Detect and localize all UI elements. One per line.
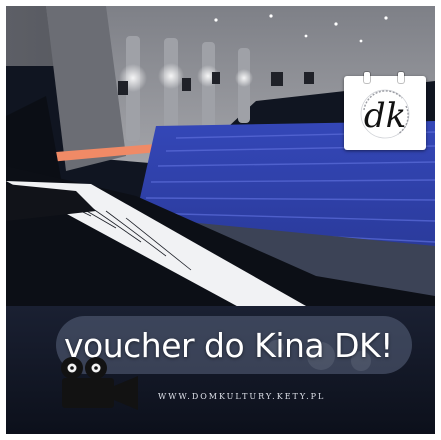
website-url: WWW.DOMKULTURY.KETY.PL bbox=[158, 392, 326, 401]
dk-monogram: dk bbox=[360, 89, 410, 139]
calendar-ring-left bbox=[364, 72, 370, 83]
film-camera-icon bbox=[61, 357, 138, 410]
svg-text:dk: dk bbox=[364, 96, 406, 136]
dk-logo: dk bbox=[344, 72, 426, 150]
calendar-ring-right bbox=[398, 72, 404, 83]
promo-graphic: dk voucher do Kina DK! WWW.DOMKULTURY.KE… bbox=[6, 6, 435, 434]
